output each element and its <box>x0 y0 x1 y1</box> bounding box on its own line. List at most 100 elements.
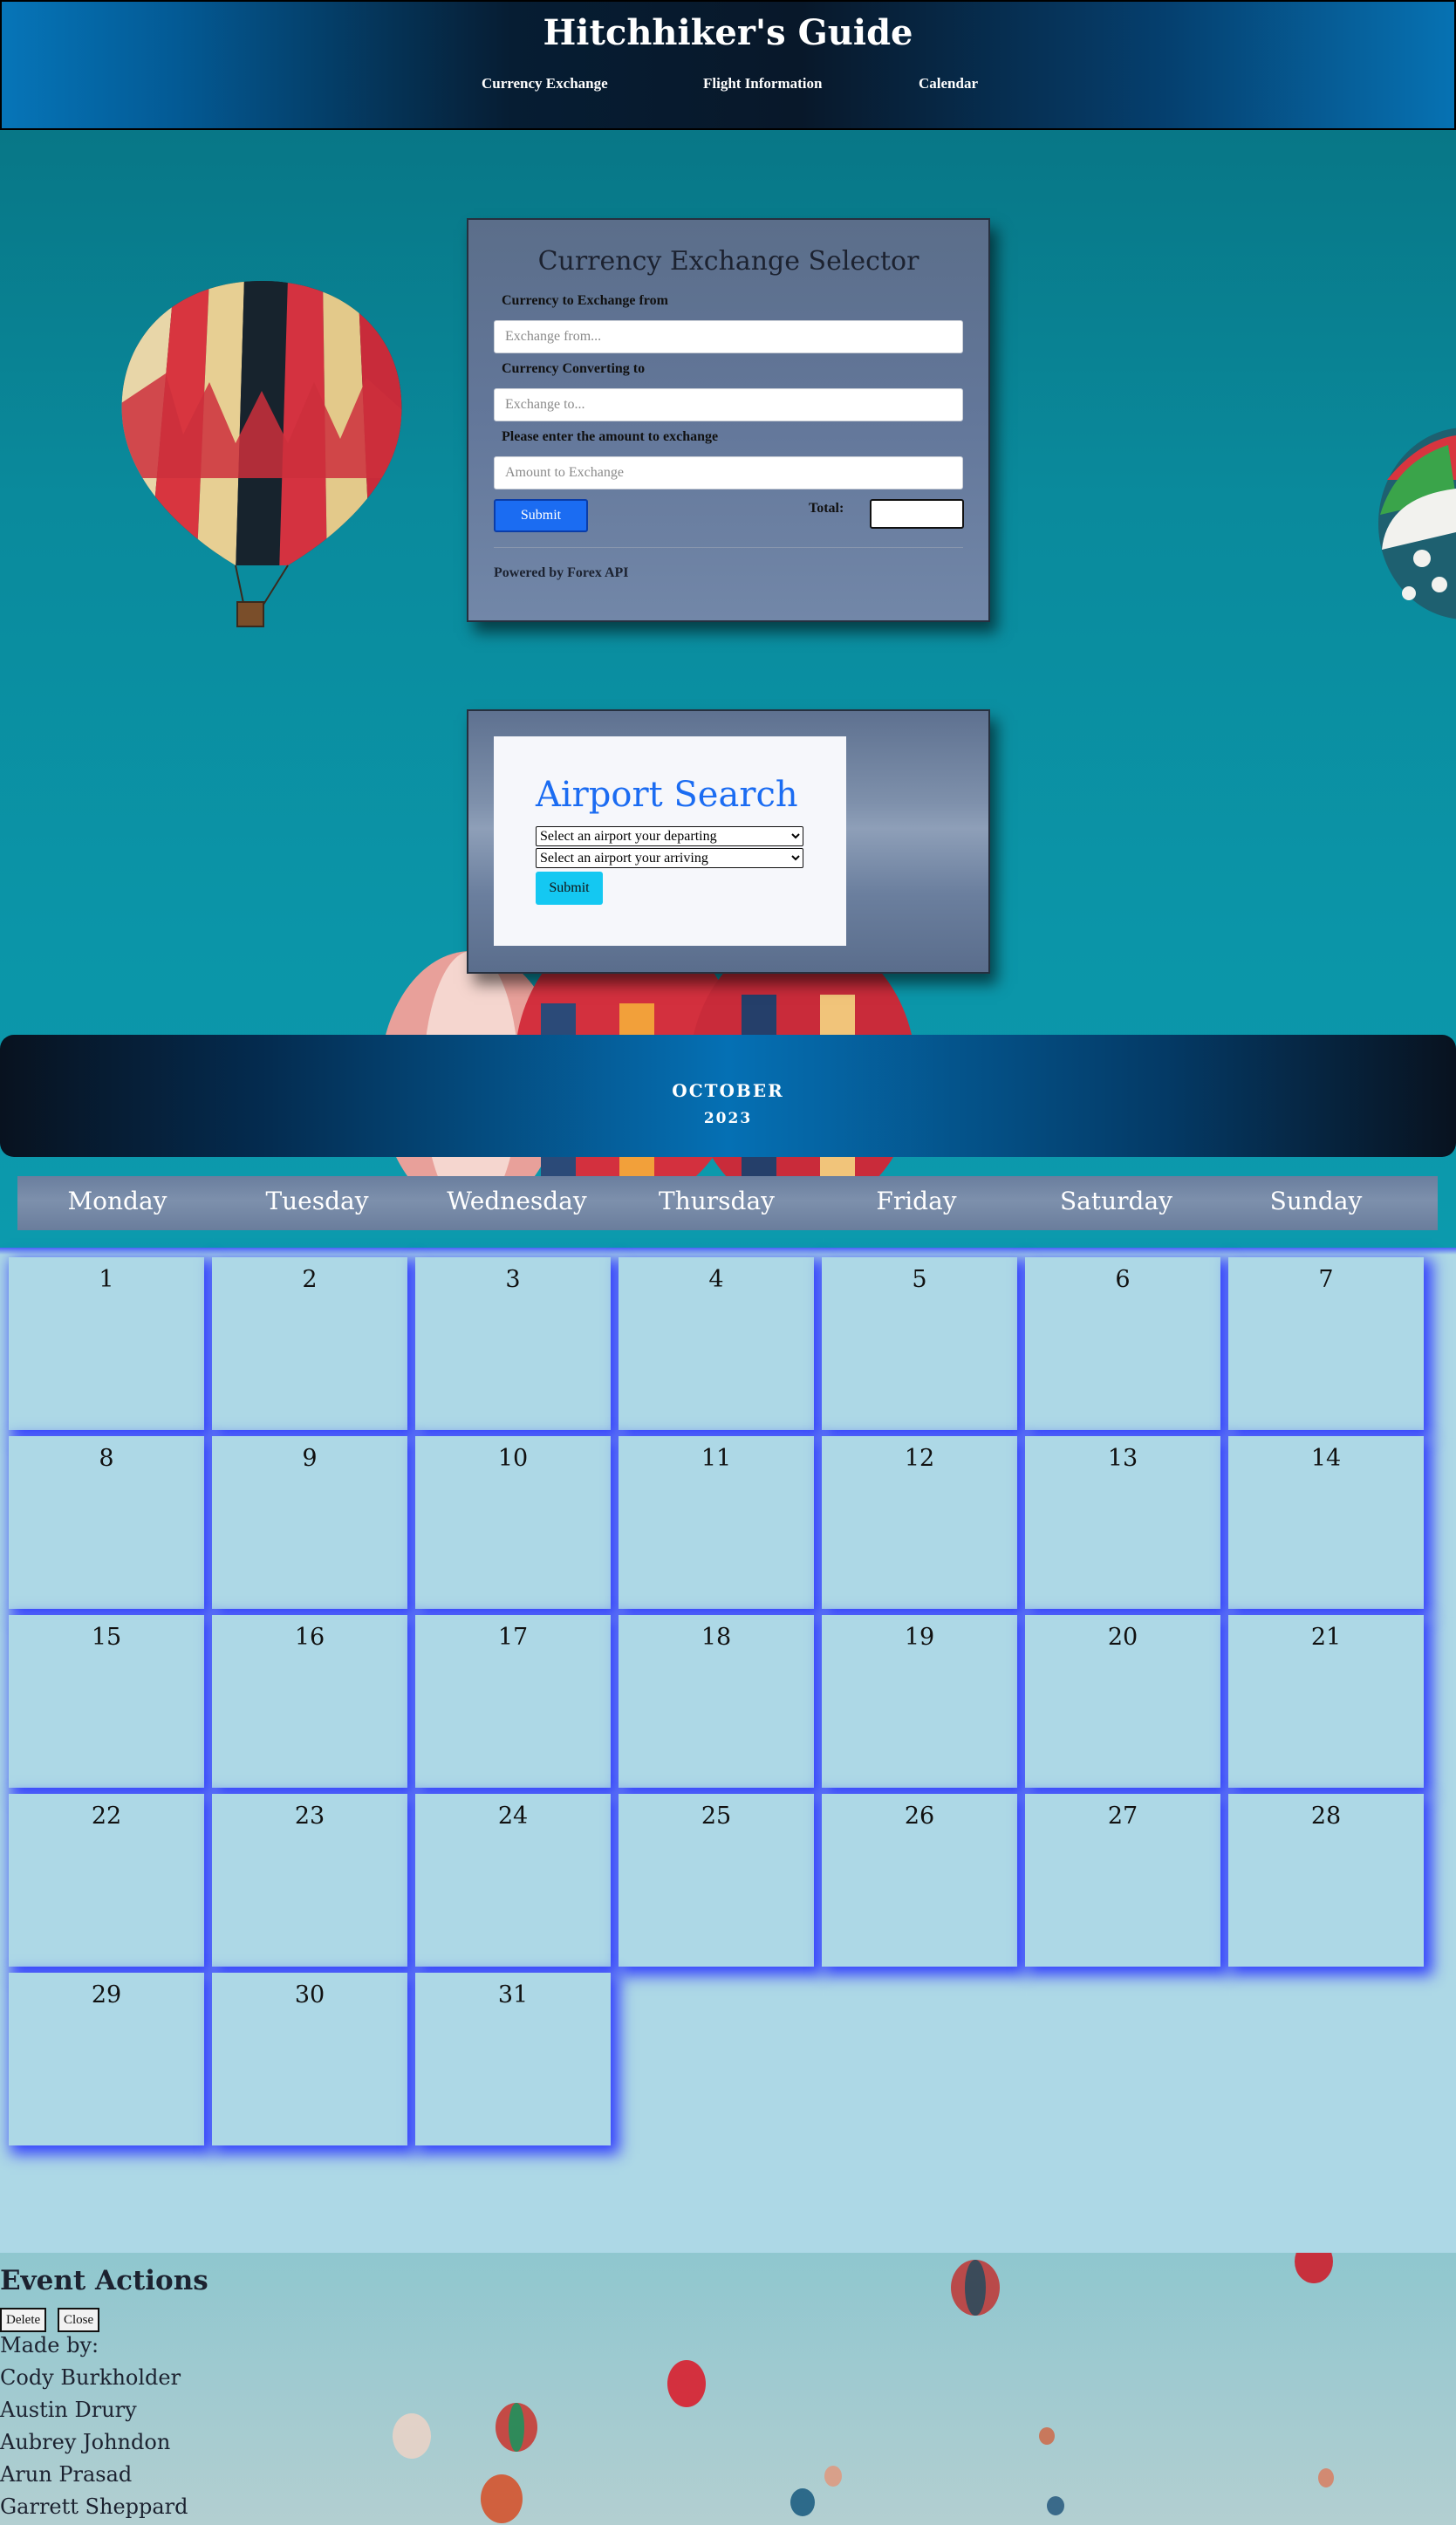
made-by-label: Made by: <box>0 2333 99 2357</box>
exchange-to-input[interactable] <box>494 388 963 421</box>
calendar-top-glow <box>0 1248 1456 1255</box>
calendar-day-cell[interactable]: 3 <box>415 1257 611 1430</box>
exchange-from-input[interactable] <box>494 320 963 353</box>
calendar-day-cell[interactable]: 31 <box>415 1973 611 2145</box>
event-actions-title: Event Actions <box>0 2265 208 2296</box>
calendar-day-number: 9 <box>302 1445 318 1472</box>
airport-search-card: Airport Search Select an airport your de… <box>467 709 990 974</box>
calendar-day-number: 17 <box>497 1624 529 1651</box>
nav-calendar[interactable]: Calendar <box>919 75 978 92</box>
month-year: 2023 <box>703 1110 753 1127</box>
calendar-day-number: 1 <box>99 1266 114 1293</box>
calendar-day-number: 24 <box>497 1803 529 1830</box>
calendar-day-cell[interactable]: 15 <box>9 1615 204 1788</box>
weekday-monday: Monday <box>67 1187 167 1215</box>
calendar-day-cell[interactable]: 30 <box>212 1973 407 2145</box>
month-name: OCTOBER <box>672 1080 784 1101</box>
calendar-day-cell[interactable]: 27 <box>1025 1794 1220 1967</box>
currency-submit-button[interactable]: Submit <box>494 499 588 532</box>
calendar-day-number: 15 <box>91 1624 122 1651</box>
calendar-day-cell[interactable]: 2 <box>212 1257 407 1430</box>
total-label: Total: <box>809 501 844 516</box>
calendar-day-number: 25 <box>701 1803 732 1830</box>
calendar-day-cell[interactable]: 12 <box>822 1436 1017 1609</box>
currency-card-title: Currency Exchange Selector <box>537 246 919 277</box>
total-output <box>870 499 964 529</box>
airport-search-panel: Airport Search Select an airport your de… <box>494 736 846 946</box>
weekday-wednesday: Wednesday <box>447 1187 587 1215</box>
calendar-day-number: 19 <box>904 1624 935 1651</box>
calendar-day-number: 7 <box>1318 1266 1334 1293</box>
month-banner: OCTOBER 2023 <box>0 1035 1456 1157</box>
hot-air-balloon-right-icon <box>1378 428 1456 619</box>
amount-label: Please enter the amount to exchange <box>502 429 719 444</box>
calendar-day-cell[interactable]: 17 <box>415 1615 611 1788</box>
calendar-day-cell[interactable]: 13 <box>1025 1436 1220 1609</box>
calendar-day-cell[interactable]: 28 <box>1228 1794 1424 1967</box>
calendar-day-cell[interactable]: 7 <box>1228 1257 1424 1430</box>
calendar-day-cell[interactable]: 29 <box>9 1973 204 2145</box>
amount-input[interactable] <box>494 456 963 489</box>
calendar-day-number: 3 <box>505 1266 521 1293</box>
weekday-thursday: Thursday <box>659 1187 775 1215</box>
calendar-day-cell[interactable]: 5 <box>822 1257 1017 1430</box>
calendar-day-cell[interactable]: 16 <box>212 1615 407 1788</box>
calendar-day-cell[interactable]: 20 <box>1025 1615 1220 1788</box>
calendar-day-number: 8 <box>99 1445 114 1472</box>
calendar-day-cell[interactable]: 23 <box>212 1794 407 1967</box>
calendar-day-cell[interactable]: 4 <box>619 1257 814 1430</box>
hot-air-balloon-left-icon <box>121 281 402 627</box>
calendar-day-number: 31 <box>497 1981 529 2008</box>
calendar-day-number: 12 <box>904 1445 935 1472</box>
calendar-day-number: 6 <box>1115 1266 1131 1293</box>
calendar-day-number: 22 <box>91 1803 122 1830</box>
site-header: Hitchhiker's Guide Currency Exchange Fli… <box>0 0 1456 130</box>
credit-name: Arun Prasad <box>0 2462 133 2487</box>
weekday-saturday: Saturday <box>1060 1187 1172 1215</box>
calendar-day-number: 10 <box>497 1445 529 1472</box>
calendar-day-cell[interactable]: 18 <box>619 1615 814 1788</box>
calendar-day-number: 16 <box>294 1624 325 1651</box>
currency-exchange-card: Currency Exchange Selector Currency to E… <box>467 218 990 622</box>
calendar-day-number: 18 <box>701 1624 732 1651</box>
calendar-day-number: 26 <box>904 1803 935 1830</box>
calendar-day-cell[interactable]: 24 <box>415 1794 611 1967</box>
calendar-day-number: 27 <box>1107 1803 1138 1830</box>
calendar-day-number: 4 <box>708 1266 724 1293</box>
close-event-button[interactable]: Close <box>58 2308 100 2332</box>
calendar-day-cell[interactable]: 1 <box>9 1257 204 1430</box>
airport-search-title: Airport Search <box>536 775 798 815</box>
calendar-day-number: 30 <box>294 1981 325 2008</box>
credit-name: Garrett Sheppard <box>0 2494 188 2519</box>
calendar-day-cell[interactable]: 19 <box>822 1615 1017 1788</box>
calendar-day-cell[interactable]: 6 <box>1025 1257 1220 1430</box>
calendar-day-number: 14 <box>1310 1445 1342 1472</box>
site-title: Hitchhiker's Guide <box>543 12 913 53</box>
nav-currency-exchange[interactable]: Currency Exchange <box>482 75 608 92</box>
exchange-from-label: Currency to Exchange from <box>502 293 668 308</box>
calendar-day-cell[interactable]: 22 <box>9 1794 204 1967</box>
departing-airport-select[interactable]: Select an airport your departing <box>536 826 803 846</box>
calendar-day-number: 23 <box>294 1803 325 1830</box>
calendar-day-cell[interactable]: 10 <box>415 1436 611 1609</box>
calendar-day-number: 20 <box>1107 1624 1138 1651</box>
exchange-to-label: Currency Converting to <box>502 361 646 376</box>
calendar-day-cell[interactable]: 25 <box>619 1794 814 1967</box>
card-divider <box>494 547 963 548</box>
calendar-day-cell[interactable]: 9 <box>212 1436 407 1609</box>
calendar-day-cell[interactable]: 11 <box>619 1436 814 1609</box>
weekday-tuesday: Tuesday <box>265 1187 369 1215</box>
hot-air-balloons-sky-icon <box>393 2253 1334 2523</box>
arriving-airport-select[interactable]: Select an airport your arriving <box>536 848 803 868</box>
airport-submit-button[interactable]: Submit <box>536 872 603 905</box>
calendar-day-cell[interactable]: 14 <box>1228 1436 1424 1609</box>
calendar-day-cell[interactable]: 26 <box>822 1794 1017 1967</box>
calendar-day-number: 21 <box>1310 1624 1342 1651</box>
delete-event-button[interactable]: Delete <box>0 2308 47 2332</box>
main-nav: Currency Exchange Flight Information Cal… <box>2 75 1454 96</box>
nav-flight-information[interactable]: Flight Information <box>703 75 822 92</box>
calendar-day-number: 29 <box>91 1981 122 2008</box>
calendar-day-number: 5 <box>912 1266 927 1293</box>
calendar-day-cell[interactable]: 8 <box>9 1436 204 1609</box>
calendar-day-cell[interactable]: 21 <box>1228 1615 1424 1788</box>
